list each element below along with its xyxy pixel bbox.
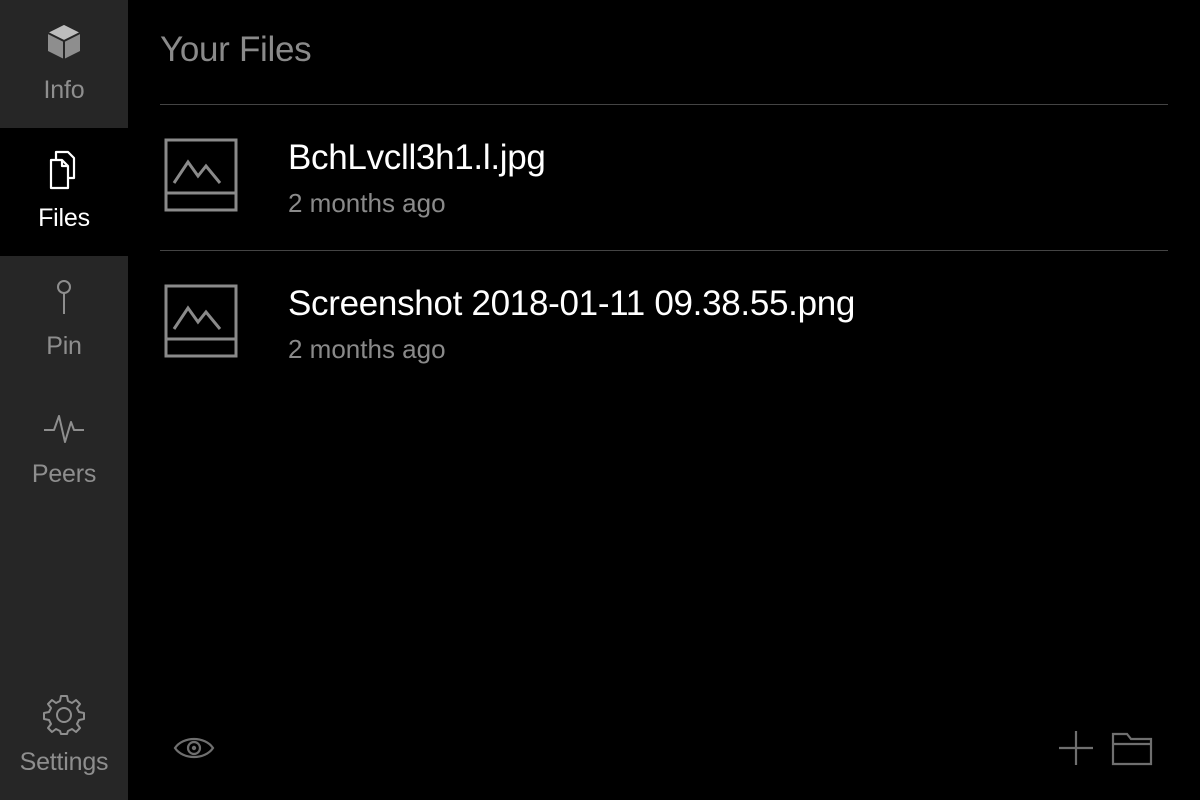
app-window: Info Files Pin Peers Settings Your Files… xyxy=(0,0,1200,800)
add-file-button[interactable] xyxy=(1056,730,1096,770)
file-row[interactable]: Screenshot 2018-01-11 09.38.55.png 2 mon… xyxy=(160,250,1168,396)
files-panel: Your Files BchLvcll3h1.l.jpg 2 months ag… xyxy=(128,0,1200,800)
sidebar-item-peers[interactable]: Peers xyxy=(0,384,128,512)
sidebar: Info Files Pin Peers Settings xyxy=(0,0,128,800)
sidebar-item-label: Pin xyxy=(46,332,82,360)
sidebar-item-info[interactable]: Info xyxy=(0,0,128,128)
sidebar-item-label: Peers xyxy=(31,460,97,488)
file-timestamp: 2 months ago xyxy=(288,188,446,218)
eye-icon xyxy=(173,734,215,767)
file-row[interactable]: BchLvcll3h1.l.jpg 2 months ago xyxy=(160,104,1168,250)
sidebar-item-label: Settings xyxy=(19,748,109,776)
page-title: Your Files xyxy=(160,30,312,69)
folder-icon xyxy=(1111,730,1153,771)
sidebar-item-label: Info xyxy=(43,76,85,104)
image-icon xyxy=(164,284,238,358)
sidebar-item-pin[interactable]: Pin xyxy=(0,256,128,384)
file-name: BchLvcll3h1.l.jpg xyxy=(288,138,546,177)
plus-icon xyxy=(1057,729,1095,772)
pin-icon xyxy=(42,276,86,320)
file-timestamp: 2 months ago xyxy=(288,334,446,364)
sidebar-item-files[interactable]: Files xyxy=(0,128,128,256)
cube-icon xyxy=(42,20,86,64)
toggle-preview-button[interactable] xyxy=(172,728,216,772)
image-icon xyxy=(164,138,238,212)
add-folder-button[interactable] xyxy=(1110,730,1154,770)
file-name: Screenshot 2018-01-11 09.38.55.png xyxy=(288,284,856,323)
sidebar-item-label: Files xyxy=(38,204,90,232)
gear-icon xyxy=(42,692,86,736)
files-icon xyxy=(42,148,86,192)
pulse-icon xyxy=(42,404,86,448)
sidebar-item-settings[interactable]: Settings xyxy=(0,672,128,800)
